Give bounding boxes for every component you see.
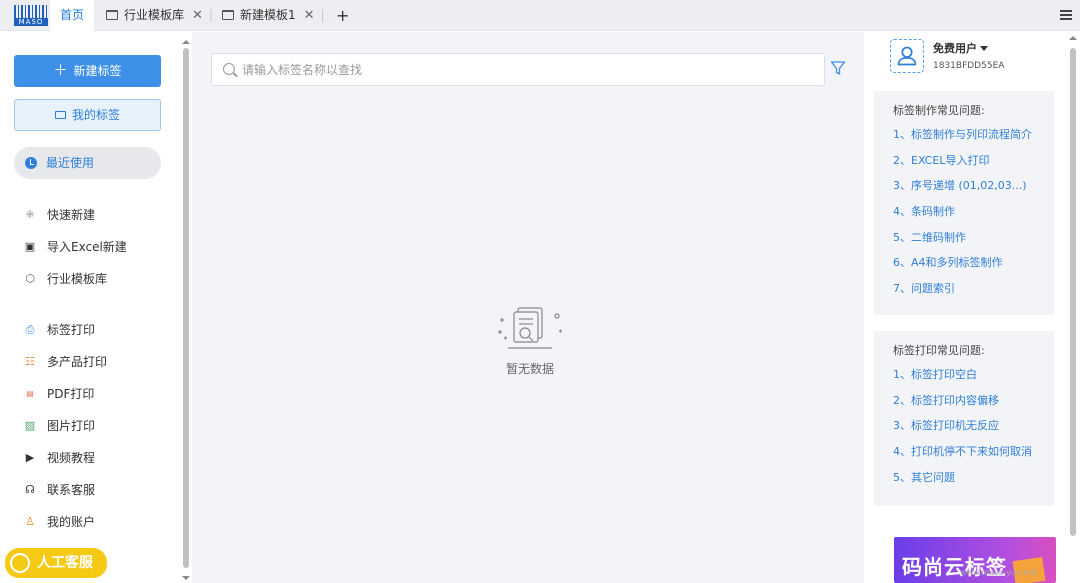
- my-labels-text: 我的标签: [71, 108, 120, 122]
- tab-label: 行业模板库: [124, 8, 185, 22]
- faq-link[interactable]: 7、问题索引: [893, 281, 1054, 307]
- video-icon: ▶: [25, 451, 35, 464]
- filter-icon[interactable]: [830, 60, 846, 76]
- tab-bar: MASO 首页 行业模板库 ✕ | 新建模板1 ✕ | +: [0, 0, 1080, 31]
- empty-text: 暂无数据: [505, 362, 554, 376]
- tab-divider: |: [208, 8, 213, 22]
- sidebar-item-label: 快速新建: [47, 208, 96, 222]
- image-icon: ▨: [24, 419, 36, 432]
- faq-link[interactable]: 4、条码制作: [893, 204, 1054, 230]
- barcode-logo-icon: [14, 5, 48, 18]
- sidebar-item-label: 行业模板库: [47, 272, 108, 286]
- sidebar-item-label: 联系客服: [47, 483, 96, 497]
- hamburger-menu-icon[interactable]: [1060, 10, 1072, 20]
- faq-link[interactable]: 6、A4和多列标签制作: [893, 255, 1054, 281]
- maso-logo[interactable]: MASO: [14, 5, 48, 26]
- caret-down-icon: [980, 46, 988, 51]
- sidebar-item-label: 标签打印: [47, 323, 96, 337]
- plus-icon: ＋: [53, 63, 68, 79]
- window-icon: [222, 10, 234, 20]
- sidebar-item-my-account[interactable]: ♙ 我的账户: [24, 512, 164, 532]
- right-scrollbar[interactable]: [1068, 32, 1078, 583]
- sidebar-item-label: 导入Excel新建: [47, 240, 127, 254]
- headset-icon: ☊: [25, 483, 35, 496]
- sidebar-item-template-library[interactable]: ⬡ 行业模板库: [24, 269, 164, 289]
- sidebar-item-import-excel[interactable]: ▣ 导入Excel新建: [24, 237, 164, 257]
- sidebar-item-label: 图片打印: [47, 419, 96, 433]
- scrollbar-thumb[interactable]: [183, 48, 189, 568]
- search-box[interactable]: [211, 53, 825, 86]
- clock-icon: [25, 157, 37, 169]
- customer-service-label: 人工客服: [37, 555, 93, 571]
- add-tab-button[interactable]: +: [336, 0, 349, 31]
- right-panel: 免费用户 1831BFDD55EA 标签制作常见问题: 1、标签制作与列印流程简…: [864, 32, 1080, 583]
- watermark: www.maso-yun.net: [960, 568, 1037, 577]
- sidebar-scrollbar[interactable]: [182, 40, 190, 580]
- new-label-button[interactable]: ＋ 新建标签: [14, 55, 161, 87]
- folder-icon: [54, 111, 66, 119]
- sidebar-item-label: 视频教程: [47, 451, 96, 465]
- close-icon[interactable]: ✕: [304, 8, 315, 23]
- tab-divider: |: [320, 8, 325, 22]
- search-icon: [223, 63, 235, 75]
- sidebar-item-recent[interactable]: 最近使用: [14, 147, 161, 179]
- new-label-text: 新建标签: [73, 64, 122, 78]
- recent-label: 最近使用: [46, 156, 95, 170]
- tab-home[interactable]: 首页: [50, 0, 94, 31]
- faq-link[interactable]: 3、序号递增 (01,02,03...): [893, 178, 1054, 204]
- tab-label: 新建模板1: [240, 8, 296, 22]
- scroll-up-arrow-icon[interactable]: [1069, 36, 1077, 40]
- logo-text: MASO: [14, 18, 48, 26]
- sidebar-item-video-tutorial[interactable]: ▶ 视频教程: [24, 448, 164, 468]
- scrollbar-thumb[interactable]: [1070, 48, 1076, 536]
- faq-title: 标签打印常见问题:: [893, 344, 985, 357]
- scroll-up-arrow-icon[interactable]: [182, 40, 190, 44]
- user-icon: ♙: [25, 515, 35, 528]
- headset-icon: [10, 553, 30, 573]
- tab-industry-templates[interactable]: 行业模板库 ✕ |: [106, 0, 213, 31]
- sidebar-item-pdf-print[interactable]: ▤ PDF打印: [24, 384, 164, 404]
- my-labels-button[interactable]: 我的标签: [14, 99, 161, 131]
- user-name-dropdown[interactable]: 免费用户: [933, 40, 988, 56]
- window-icon: [106, 10, 118, 20]
- faq-link[interactable]: 5、其它问题: [893, 470, 1054, 496]
- multi-print-icon: ☷: [25, 355, 35, 368]
- scroll-down-arrow-icon[interactable]: [182, 576, 190, 580]
- user-id: 1831BFDD55EA: [933, 61, 1005, 71]
- customer-service-button[interactable]: 人工客服: [5, 548, 107, 578]
- faq-make-panel: 标签制作常见问题: 1、标签制作与列印流程简介 2、EXCEL导入打印 3、序号…: [874, 91, 1054, 315]
- faq-link[interactable]: 2、标签打印内容偏移: [893, 393, 1054, 419]
- empty-data-icon: [498, 307, 562, 349]
- sidebar-item-label: 我的账户: [47, 515, 96, 529]
- faq-print-panel: 标签打印常见问题: 1、标签打印空白 2、标签打印内容偏移 3、标签打印机无反应…: [874, 331, 1054, 506]
- sidebar-item-image-print[interactable]: ▨ 图片打印: [24, 416, 164, 436]
- user-name: 免费用户: [933, 42, 977, 55]
- close-icon[interactable]: ✕: [192, 8, 203, 23]
- sparkle-icon: ⁜: [25, 208, 35, 221]
- sidebar-item-label: 多产品打印: [47, 355, 108, 369]
- main-content: 暂无数据: [192, 32, 864, 583]
- faq-link[interactable]: 4、打印机停不下来如何取消: [893, 444, 1054, 470]
- faq-link[interactable]: 5、二维码制作: [893, 230, 1054, 256]
- faq-title: 标签制作常见问题:: [893, 104, 985, 117]
- printer-icon: ⎙: [25, 323, 35, 336]
- pdf-icon: ▤: [26, 389, 34, 398]
- cube-icon: ⬡: [25, 272, 35, 285]
- sidebar-item-contact-service[interactable]: ☊ 联系客服: [24, 480, 164, 500]
- sidebar: ＋ 新建标签 我的标签 最近使用 ⁜ 快速新建 ▣ 导入Excel新建 ⬡ 行业模…: [0, 32, 176, 583]
- faq-link[interactable]: 3、标签打印机无反应: [893, 418, 1054, 444]
- tab-home-label: 首页: [59, 8, 84, 22]
- faq-link[interactable]: 2、EXCEL导入打印: [893, 153, 1054, 179]
- sidebar-item-label: PDF打印: [47, 387, 95, 401]
- user-avatar-icon[interactable]: [890, 39, 924, 73]
- sidebar-item-quick-new[interactable]: ⁜ 快速新建: [24, 205, 164, 225]
- tab-new-template[interactable]: 新建模板1 ✕ |: [222, 0, 325, 31]
- faq-link[interactable]: 1、标签打印空白: [893, 367, 1054, 393]
- faq-link[interactable]: 1、标签制作与列印流程简介: [893, 127, 1054, 153]
- excel-icon: ▣: [24, 240, 36, 253]
- sidebar-item-multi-print[interactable]: ☷ 多产品打印: [24, 352, 164, 372]
- search-input[interactable]: [242, 54, 812, 85]
- sidebar-item-label-print[interactable]: ⎙ 标签打印: [24, 320, 164, 340]
